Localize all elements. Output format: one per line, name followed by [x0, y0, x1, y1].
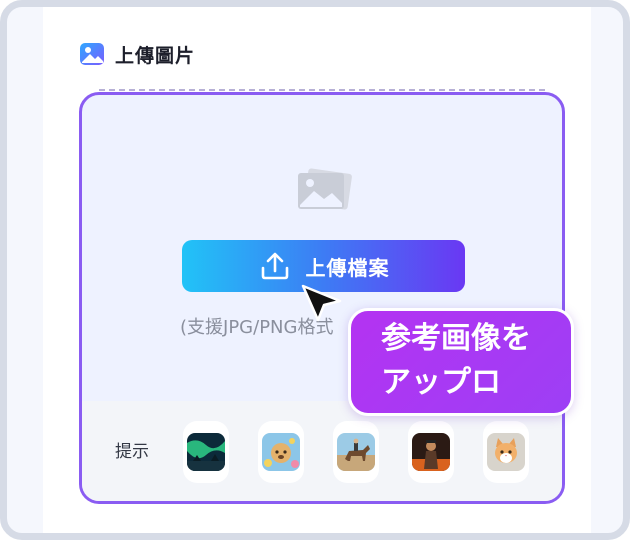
dog-thumbnail-image [262, 433, 300, 471]
hints-label: 提示 [115, 442, 149, 462]
hint-thumbnail-kitten[interactable] [483, 421, 529, 483]
hint-thumbnail-character[interactable] [408, 421, 454, 483]
upload-reference-tooltip: 参考画像を アップロ [348, 308, 574, 416]
app-frame: 上傳圖片 上傳檔案 (支援JPG/PNG格式 提示 参考画像を アップロ [0, 0, 630, 540]
aurora-thumbnail-image [187, 433, 225, 471]
hints-bar: 提示 [82, 401, 562, 501]
horse-thumbnail-image [337, 433, 375, 471]
hint-thumbnail-aurora[interactable] [183, 421, 229, 483]
upload-button-label: 上傳檔案 [305, 255, 390, 280]
upload-icon [261, 252, 288, 280]
tooltip-line-2: アップロ [381, 365, 501, 400]
image-icon [80, 43, 104, 65]
section-header: 上傳圖片 [79, 39, 195, 69]
mouse-pointer-icon [301, 284, 342, 322]
section-title: 上傳圖片 [115, 44, 196, 67]
character-thumbnail-image [412, 433, 450, 471]
dashed-divider [99, 89, 545, 91]
kitten-thumbnail-image [487, 433, 525, 471]
hint-thumbnail-dog[interactable] [258, 421, 304, 483]
image-placeholder-icon [298, 168, 352, 210]
tooltip-line-1: 参考画像を [381, 321, 531, 356]
hint-thumbnail-horse[interactable] [333, 421, 379, 483]
